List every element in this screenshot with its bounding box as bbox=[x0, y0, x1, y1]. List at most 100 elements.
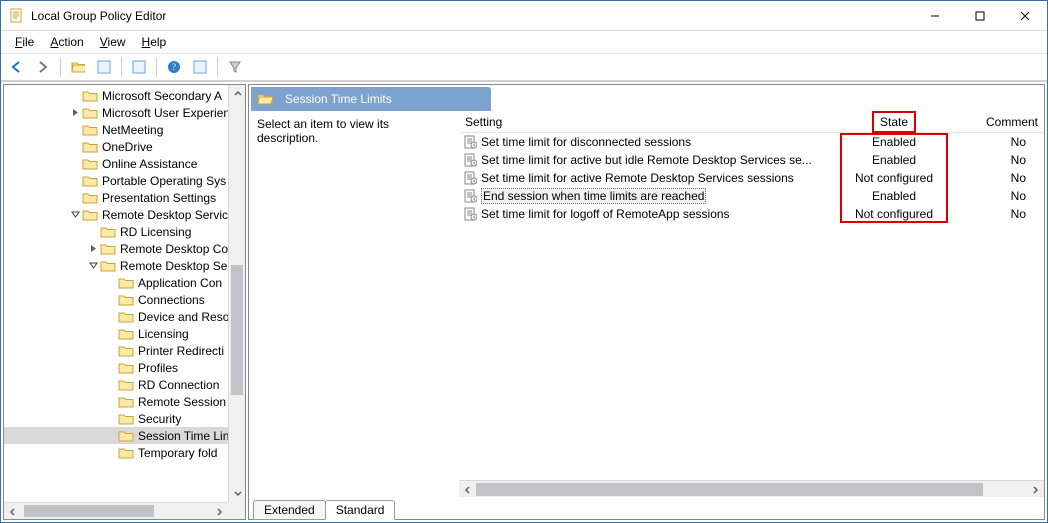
scroll-left-button[interactable] bbox=[459, 481, 476, 498]
tab-extended[interactable]: Extended bbox=[253, 500, 326, 520]
tab-standard[interactable]: Standard bbox=[325, 500, 396, 520]
content-area: Microsoft Secondary A Microsoft User Expe… bbox=[1, 81, 1047, 522]
up-one-level-button[interactable] bbox=[66, 55, 90, 79]
folder-icon bbox=[118, 344, 134, 358]
scroll-right-button[interactable] bbox=[1027, 481, 1044, 498]
expand-icon[interactable] bbox=[86, 244, 100, 253]
tree-item[interactable]: Printer Redirecti bbox=[4, 342, 245, 359]
nav-forward-button[interactable] bbox=[31, 55, 55, 79]
list-row[interactable]: End session when time limits are reached… bbox=[459, 187, 1044, 205]
menubar: File Action View Help bbox=[1, 31, 1047, 53]
tree-item[interactable]: NetMeeting bbox=[4, 121, 245, 138]
tree-item-label: Microsoft User Experien bbox=[102, 106, 230, 120]
tree-item-label: Presentation Settings bbox=[102, 191, 216, 205]
menu-action[interactable]: Action bbox=[42, 33, 91, 51]
tree-item[interactable]: Device and Reso bbox=[4, 308, 245, 325]
tree-item[interactable]: Microsoft User Experien bbox=[4, 104, 245, 121]
folder-icon bbox=[118, 429, 134, 443]
details-body: Select an item to view its description. … bbox=[249, 111, 1044, 497]
close-button[interactable] bbox=[1002, 1, 1047, 30]
tree-item[interactable]: Application Con bbox=[4, 274, 245, 291]
tree-item[interactable]: Presentation Settings bbox=[4, 189, 245, 206]
list-row[interactable]: Set time limit for disconnected sessions… bbox=[459, 133, 1044, 151]
policy-icon bbox=[463, 153, 477, 167]
collapse-icon[interactable] bbox=[86, 261, 100, 270]
list-row[interactable]: Set time limit for logoff of RemoteApp s… bbox=[459, 205, 1044, 223]
tree-item-label: OneDrive bbox=[102, 140, 153, 154]
help-button[interactable] bbox=[162, 55, 186, 79]
toolbar-separator bbox=[121, 57, 122, 77]
folder-icon bbox=[82, 106, 98, 120]
scroll-down-button[interactable] bbox=[229, 485, 245, 502]
setting-comment: No bbox=[954, 135, 1044, 149]
setting-comment: No bbox=[954, 207, 1044, 221]
tree-item[interactable]: Session Time Lin bbox=[4, 427, 245, 444]
tree-item-label: Session Time Lin bbox=[138, 429, 229, 443]
tree-item[interactable]: RD Connection bbox=[4, 376, 245, 393]
scroll-right-button[interactable] bbox=[211, 503, 228, 519]
policy-icon bbox=[463, 171, 477, 185]
tree-item[interactable]: Temporary fold bbox=[4, 444, 245, 461]
filter-button[interactable] bbox=[223, 55, 247, 79]
folder-icon bbox=[82, 140, 98, 154]
tree-item-label: RD Connection bbox=[138, 378, 219, 392]
scroll-thumb[interactable] bbox=[24, 505, 154, 517]
folder-icon bbox=[118, 446, 134, 460]
expand-icon[interactable] bbox=[68, 108, 82, 117]
nav-back-button[interactable] bbox=[5, 55, 29, 79]
tree-vertical-scrollbar[interactable] bbox=[228, 85, 245, 502]
folder-open-icon bbox=[257, 92, 273, 106]
tree-item[interactable]: Remote Session bbox=[4, 393, 245, 410]
folder-icon bbox=[118, 327, 134, 341]
folder-icon bbox=[118, 293, 134, 307]
folder-icon bbox=[82, 208, 98, 222]
tree-item[interactable]: Online Assistance bbox=[4, 155, 245, 172]
collapse-icon[interactable] bbox=[68, 210, 82, 219]
list-horizontal-scrollbar[interactable] bbox=[459, 480, 1044, 497]
setting-comment: No bbox=[954, 153, 1044, 167]
show-hide-tree-button[interactable] bbox=[92, 55, 116, 79]
tree-item[interactable]: Profiles bbox=[4, 359, 245, 376]
properties-button[interactable] bbox=[188, 55, 212, 79]
list-row[interactable]: Set time limit for active Remote Desktop… bbox=[459, 169, 1044, 187]
tree-item[interactable]: OneDrive bbox=[4, 138, 245, 155]
description-column: Select an item to view its description. bbox=[249, 111, 459, 497]
tree-item[interactable]: Remote Desktop Service bbox=[4, 206, 245, 223]
column-header-setting[interactable]: Setting bbox=[459, 115, 834, 129]
tree-item[interactable]: Portable Operating Sys bbox=[4, 172, 245, 189]
column-header-comment[interactable]: Comment bbox=[954, 115, 1044, 129]
tree-item[interactable]: Security bbox=[4, 410, 245, 427]
list-row[interactable]: Set time limit for active but idle Remot… bbox=[459, 151, 1044, 169]
export-list-button[interactable] bbox=[127, 55, 151, 79]
menu-file[interactable]: File bbox=[7, 33, 42, 51]
scroll-thumb[interactable] bbox=[476, 483, 983, 496]
tree-item[interactable]: Microsoft Secondary A bbox=[4, 87, 245, 104]
scroll-up-button[interactable] bbox=[229, 85, 245, 102]
minimize-button[interactable] bbox=[912, 1, 957, 30]
settings-list: Setting State Comment Set time limit for… bbox=[459, 111, 1044, 497]
toolbar-separator bbox=[156, 57, 157, 77]
tree-item[interactable]: Connections bbox=[4, 291, 245, 308]
menu-view[interactable]: View bbox=[92, 33, 134, 51]
tree-item[interactable]: Remote Desktop Co bbox=[4, 240, 245, 257]
policy-icon bbox=[463, 135, 477, 149]
description-text: Select an item to view its description. bbox=[257, 117, 389, 145]
tree-horizontal-scrollbar[interactable] bbox=[4, 502, 228, 519]
column-header-state[interactable]: State bbox=[834, 111, 954, 133]
tree-item[interactable]: Licensing bbox=[4, 325, 245, 342]
tree-pane: Microsoft Secondary A Microsoft User Expe… bbox=[3, 84, 246, 520]
menu-help[interactable]: Help bbox=[134, 33, 175, 51]
details-tabs: Extended Standard bbox=[249, 497, 1044, 519]
tree-item-label: Security bbox=[138, 412, 181, 426]
scroll-left-button[interactable] bbox=[4, 503, 21, 519]
details-header: Session Time Limits bbox=[251, 87, 491, 111]
tree-item[interactable]: RD Licensing bbox=[4, 223, 245, 240]
maximize-button[interactable] bbox=[957, 1, 1002, 30]
list-header: Setting State Comment bbox=[459, 111, 1044, 133]
tree-item-label: Printer Redirecti bbox=[138, 344, 224, 358]
setting-comment: No bbox=[954, 189, 1044, 203]
toolbar-separator bbox=[217, 57, 218, 77]
tree-item[interactable]: Remote Desktop Se bbox=[4, 257, 245, 274]
tree-item-label: Remote Session bbox=[138, 395, 226, 409]
scroll-thumb[interactable] bbox=[231, 265, 243, 395]
